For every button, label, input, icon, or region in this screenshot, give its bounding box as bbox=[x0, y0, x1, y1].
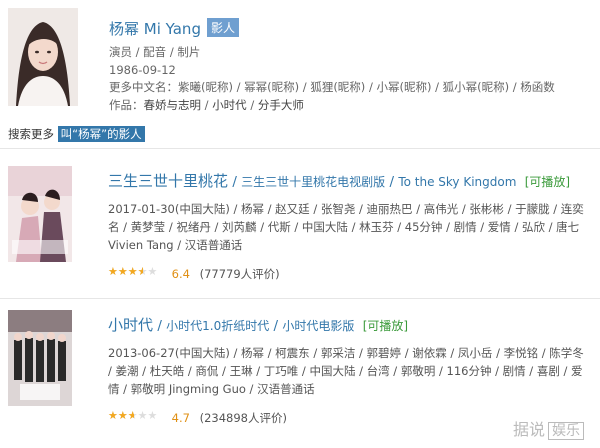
result-rating: ★★★★★ ★★★★★ 4.7 (234898人评价) bbox=[108, 409, 287, 426]
rating-votes: (234898人评价) bbox=[199, 411, 287, 425]
result-meta: 2013-06-27(中国大陆) / 杨幂 / 柯震东 / 郭采洁 / 郭碧婷 … bbox=[108, 346, 584, 396]
result-alt-title-link[interactable]: 三生三世十里桃花电视剧版 bbox=[241, 175, 385, 189]
result-rating: ★★★★★ ★★★★★ 6.4 (77779人评价) bbox=[108, 265, 280, 282]
rating-score: 6.4 bbox=[171, 267, 190, 281]
watermark-text: 据说 bbox=[512, 420, 545, 439]
result-title: 小时代 / 小时代1.0折纸时代 / 小时代电影版 [可播放] bbox=[108, 316, 409, 334]
result-poster[interactable] bbox=[8, 310, 72, 406]
playable-link[interactable]: [可播放] bbox=[363, 319, 408, 333]
result-poster[interactable] bbox=[8, 166, 72, 262]
other-names-value: 紫曦(昵称) / 幂幂(昵称) / 狐狸(昵称) / 小幂(昵称) / 狐小幂(… bbox=[178, 80, 555, 94]
work-link[interactable]: 分手大师 bbox=[258, 98, 304, 112]
person-works: 作品：春娇与志明 / 小时代 / 分手大师 bbox=[109, 97, 304, 112]
result-en-title-link[interactable]: To the Sky Kingdom bbox=[398, 175, 516, 189]
rating-score: 4.7 bbox=[171, 411, 190, 425]
person-tag-badge: 影人 bbox=[206, 18, 239, 37]
watermark: 据说 娱乐 bbox=[513, 416, 584, 440]
works-label: 作品： bbox=[109, 97, 144, 112]
rating-stars: ★★★★★ ★★★★★ bbox=[108, 265, 158, 278]
rating-stars: ★★★★★ ★★★★★ bbox=[108, 409, 158, 422]
person-card: 杨幂 Mi Yang 影人 演员 / 配音 / 制片 1986-09-12 更多中… bbox=[8, 8, 598, 118]
person-other-names: 更多中文名：紫曦(昵称) / 幂幂(昵称) / 狐狸(昵称) / 小幂(昵称) … bbox=[109, 79, 555, 97]
result-item: 三生三世十里桃花 / 三生三世十里桃花电视剧版 / To the Sky Kin… bbox=[8, 166, 598, 284]
rating-votes: (77779人评价) bbox=[199, 267, 280, 281]
playable-link[interactable]: [可播放] bbox=[525, 175, 570, 189]
result-item: 小时代 / 小时代1.0折纸时代 / 小时代电影版 [可播放] 2013-06-… bbox=[8, 310, 598, 430]
search-more: 搜索更多 叫“杨幂”的影人 bbox=[8, 126, 145, 142]
result-en-title-link[interactable]: 小时代电影版 bbox=[282, 319, 354, 333]
person-avatar[interactable] bbox=[8, 8, 78, 106]
watermark-box: 娱乐 bbox=[548, 422, 584, 440]
person-info: 演员 / 配音 / 制片 1986-09-12 更多中文名：紫曦(昵称) / 幂… bbox=[109, 44, 555, 114]
work-link[interactable]: 小时代 bbox=[212, 98, 247, 112]
result-alt-title-link[interactable]: 小时代1.0折纸时代 bbox=[166, 319, 269, 333]
result-title: 三生三世十里桃花 / 三生三世十里桃花电视剧版 / To the Sky Kin… bbox=[108, 172, 571, 190]
person-birthdate: 1986-09-12 bbox=[109, 62, 176, 77]
divider bbox=[0, 148, 600, 149]
work-link[interactable]: 春娇与志明 bbox=[144, 98, 202, 112]
search-more-label: 搜索更多 bbox=[8, 127, 54, 141]
search-more-link[interactable]: 叫“杨幂”的影人 bbox=[57, 126, 145, 142]
result-title-link[interactable]: 三生三世十里桃花 bbox=[108, 172, 228, 190]
person-name[interactable]: 杨幂 Mi Yang 影人 bbox=[109, 18, 239, 39]
person-name-text[interactable]: 杨幂 Mi Yang bbox=[109, 20, 201, 38]
person-roles: 演员 / 配音 / 制片 bbox=[109, 45, 201, 59]
result-title-link[interactable]: 小时代 bbox=[108, 316, 153, 334]
other-names-label: 更多中文名： bbox=[109, 80, 178, 94]
divider bbox=[0, 298, 600, 299]
result-meta: 2017-01-30(中国大陆) / 杨幂 / 赵又廷 / 张智尧 / 迪丽热巴… bbox=[108, 202, 584, 252]
